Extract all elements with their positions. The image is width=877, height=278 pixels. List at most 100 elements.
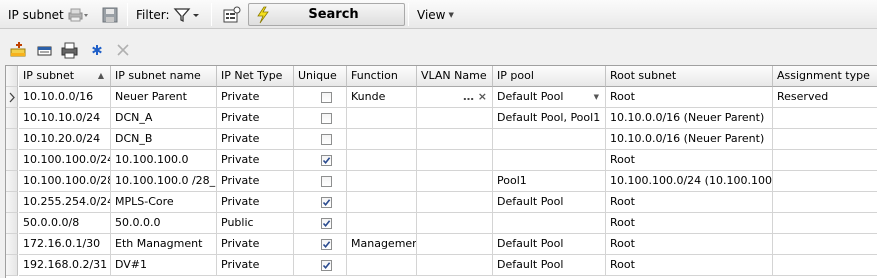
delete-icon[interactable] [113,40,133,60]
snowflake-icon[interactable] [87,40,107,60]
cell-function[interactable] [347,129,417,150]
print-list-icon[interactable] [60,40,80,60]
cell-root-subnet[interactable]: 10.10.0.0/16 (Neuer Parent) [606,129,773,150]
cell-ip-subnet-name[interactable]: MPLS-Core [111,192,217,213]
cell-ip-pool[interactable] [493,129,606,150]
cell-ip-pool[interactable]: Default Pool [493,192,606,213]
unique-checkbox[interactable] [321,155,332,166]
cell-vlan-name[interactable] [417,171,493,192]
cell-function[interactable] [347,192,417,213]
column-header-root-subnet[interactable]: Root subnet [606,66,773,87]
cell-vlan-name[interactable] [417,150,493,171]
column-header-ip-net-type[interactable]: IP Net Type [217,66,294,87]
cell-assignment-type[interactable]: Reserved [773,87,877,108]
cell-function[interactable] [347,150,417,171]
cell-function[interactable] [347,213,417,234]
clear-icon[interactable]: × [478,87,487,107]
column-header-assignment-type[interactable]: Assignment type [773,66,877,87]
cell-assignment-type[interactable] [773,192,877,213]
row-indicator[interactable] [6,255,18,276]
unique-checkbox[interactable] [321,260,332,271]
cell-vlan-name[interactable] [417,129,493,150]
cell-ip-subnet[interactable]: 10.255.254.0/24 [19,192,111,213]
cell-function[interactable]: Kunde [347,87,417,108]
cell-assignment-type[interactable] [773,213,877,234]
cell-ip-pool[interactable]: Default Pool ▼ [493,87,606,108]
column-header-vlan-name[interactable]: VLAN Name [417,66,493,87]
column-header-unique[interactable]: Unique [294,66,347,87]
cell-ip-subnet-name[interactable]: Eth Managment [111,234,217,255]
cell-root-subnet[interactable]: Root [606,255,773,276]
unique-checkbox[interactable] [321,197,332,208]
cell-function[interactable] [347,255,417,276]
cell-ip-subnet[interactable]: 10.100.100.0/24 [19,150,111,171]
cell-ip-subnet[interactable]: 192.168.0.2/31 [19,255,111,276]
cell-ip-subnet[interactable]: 10.10.10.0/24 [19,108,111,129]
cell-ip-net-type[interactable]: Private [217,171,294,192]
cell-ip-net-type[interactable]: Private [217,108,294,129]
properties-icon[interactable] [223,6,241,24]
cell-ip-subnet-name[interactable]: Neuer Parent [111,87,217,108]
row-indicator[interactable] [6,192,18,213]
view-menu[interactable]: View ▼ [417,0,454,29]
unique-checkbox[interactable] [321,113,332,124]
cell-ip-net-type[interactable]: Private [217,87,294,108]
row-indicator[interactable] [6,234,18,255]
cell-assignment-type[interactable] [773,234,877,255]
row-indicator[interactable] [6,129,18,150]
cell-ip-net-type[interactable]: Private [217,129,294,150]
column-header-ip-subnet-name[interactable]: IP subnet name [111,66,217,87]
row-indicator[interactable] [6,213,18,234]
cell-root-subnet[interactable]: 10.10.0.0/16 (Neuer Parent) [606,108,773,129]
cell-vlan-name[interactable] [417,234,493,255]
cell-root-subnet[interactable]: Root [606,87,773,108]
cell-ip-net-type[interactable]: Private [217,234,294,255]
cell-vlan-name[interactable] [417,255,493,276]
cell-ip-subnet-name[interactable]: 50.0.0.0 [111,213,217,234]
unique-checkbox[interactable] [321,134,332,145]
cell-root-subnet[interactable]: 10.100.100.0/24 (10.100.100.0) [606,171,773,192]
cell-root-subnet[interactable]: Root [606,150,773,171]
cell-ip-pool[interactable] [493,213,606,234]
cell-ip-pool[interactable]: Default Pool [493,255,606,276]
cell-function[interactable] [347,108,417,129]
cell-assignment-type[interactable] [773,255,877,276]
cell-function[interactable] [347,171,417,192]
cell-ip-pool[interactable]: Default Pool, Pool1 [493,108,606,129]
ellipsis-icon[interactable]: … [463,87,474,107]
cell-ip-net-type[interactable]: Private [217,150,294,171]
cell-root-subnet[interactable]: Root [606,234,773,255]
unique-checkbox[interactable] [321,92,332,103]
chevron-down-icon[interactable]: ▼ [594,87,599,107]
cell-ip-subnet[interactable]: 10.100.100.0/28 [19,171,111,192]
unique-checkbox[interactable] [321,176,332,187]
cell-root-subnet[interactable]: Root [606,213,773,234]
new-icon[interactable] [9,40,29,60]
column-header-function[interactable]: Function [347,66,417,87]
row-indicator[interactable] [6,108,18,129]
unique-checkbox[interactable] [321,218,332,229]
cell-ip-subnet[interactable]: 50.0.0.0/8 [19,213,111,234]
cell-ip-subnet[interactable]: 10.10.0.0/16 [19,87,111,108]
cell-vlan-name[interactable]: … × [417,87,493,108]
cell-ip-pool[interactable]: Pool1 [493,171,606,192]
column-header-ip-subnet[interactable]: IP subnet ▲ [19,66,111,87]
row-indicator[interactable] [6,87,18,108]
edit-icon[interactable] [36,40,56,60]
cell-ip-pool[interactable]: Default Pool [493,234,606,255]
cell-ip-subnet-name[interactable]: 10.100.100.0 [111,150,217,171]
cell-ip-subnet-name[interactable]: DCN_A [111,108,217,129]
column-header-ip-pool[interactable]: IP pool [493,66,606,87]
row-indicator[interactable] [6,150,18,171]
cell-ip-subnet[interactable]: 172.16.0.1/30 [19,234,111,255]
cell-function[interactable]: Management [347,234,417,255]
unique-checkbox[interactable] [321,239,332,250]
cell-ip-subnet-name[interactable]: DV#1 [111,255,217,276]
cell-assignment-type[interactable] [773,108,877,129]
cell-ip-subnet[interactable]: 10.10.20.0/24 [19,129,111,150]
cell-root-subnet[interactable]: Root [606,192,773,213]
cell-assignment-type[interactable] [773,150,877,171]
save-icon[interactable] [102,7,118,23]
cell-ip-pool[interactable] [493,150,606,171]
print-icon[interactable] [67,7,89,23]
